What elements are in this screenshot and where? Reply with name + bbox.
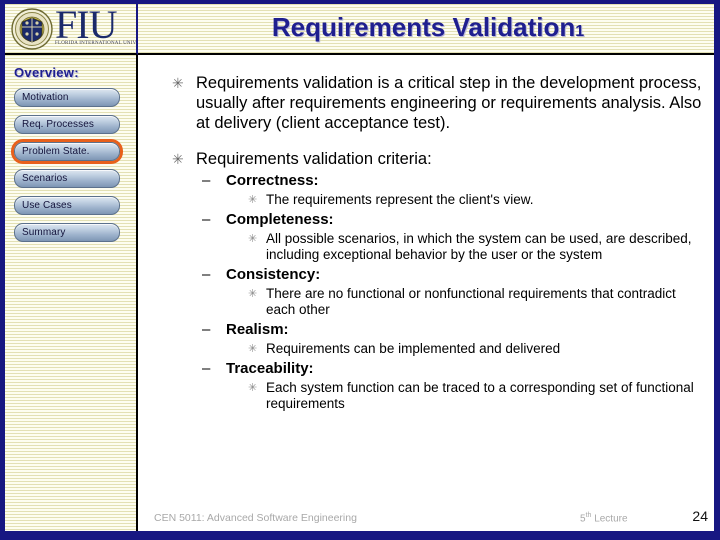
sidebar-item-label: Motivation [22,92,69,103]
footer-course-label: CEN 5011: Advanced Software Engineering [154,512,357,524]
sidebar-item-label: Summary [22,227,66,238]
bullet-level3-text: All possible scenarios, in which the sys… [266,231,692,262]
bullet-level2-text: Consistency: [226,266,321,283]
bullet-level2-marker-icon: – [202,360,211,377]
sidebar-item-summary[interactable]: Summary [14,223,120,242]
sidebar-item-label: Problem State. [22,146,90,157]
sidebar-item-problem-state[interactable]: Problem State. [14,142,120,161]
bullet-level3: ✳ There are no functional or nonfunctiona… [240,286,704,318]
bullet-level2: – Completeness: [194,210,706,230]
bullet-level3-marker-icon: ✳ [248,194,258,206]
bullet-level1-text: Requirements validation is a critical st… [196,74,702,132]
bullet-level2-marker-icon: – [202,321,211,338]
bullet-level3: ✳ Each system function can be traced to a… [240,380,704,412]
bullet-level1-marker-icon: ✳ [172,151,184,167]
page-title-text: Requirements Validation [271,12,576,42]
presentation-slide: FIU FLORIDA INTERNATIONAL UNIVERSITY Req… [0,0,720,540]
fiu-subtitle: FLORIDA INTERNATIONAL UNIVERSITY [55,40,138,46]
bullet-level3: ✳ The requirements represent the client's… [240,192,704,208]
footer-lecture-label: 5th Lecture [580,512,628,524]
bullet-level1-marker-icon: ✳ [172,75,184,91]
sidebar-item-scenarios[interactable]: Scenarios [14,169,120,188]
sidebar-item-label: Use Cases [22,200,72,211]
page-title-number: 1 [575,23,585,40]
footer-lecture-suffix: th [585,512,592,519]
university-logo: FIU FLORIDA INTERNATIONAL UNIVERSITY [5,4,138,55]
sidebar: Overview: Motivation Req. Processes Proble… [5,55,138,531]
bullet-level2: – Realism: [194,320,706,340]
fiu-wordmark: FIU FLORIDA INTERNATIONAL UNIVERSITY [55,4,138,52]
bullet-level1: ✳ Requirements validation criteria: [160,149,706,169]
sidebar-heading: Overview: [14,65,79,80]
bullet-level1-text: Requirements validation criteria: [196,150,432,168]
bullet-level3-marker-icon: ✳ [248,233,258,245]
page-title: Requirements Validation1 [150,9,706,51]
slide-border-bottom [0,531,720,540]
bullet-level2-marker-icon: – [202,266,211,283]
bullet-level2: – Correctness: [194,171,706,191]
bullet-level3-text: There are no functional or nonfunctional… [266,286,676,317]
bullet-level2-text: Realism: [226,321,289,338]
bullet-level3-marker-icon: ✳ [248,343,258,355]
slide-footer: CEN 5011: Advanced Software Engineering … [140,508,714,530]
sidebar-item-label: Req. Processes [22,119,94,130]
bullet-level2-text: Correctness: [226,172,319,189]
bullet-level1: ✳ Requirements validation is a critical s… [160,73,706,133]
sidebar-nav-list: Motivation Req. Processes Problem State. Sc… [5,88,136,242]
sidebar-item-req-processes[interactable]: Req. Processes [14,115,120,134]
bullet-level2: – Consistency: [194,265,706,285]
bullet-level3-text: Each system function can be traced to a … [266,380,694,411]
bullet-level3-marker-icon: ✳ [248,288,258,300]
bullet-level2-text: Traceability: [226,360,314,377]
sidebar-item-motivation[interactable]: Motivation [14,88,120,107]
bullet-level3-text: Requirements can be implemented and deli… [266,341,561,356]
footer-lecture-word: Lecture [594,513,628,525]
slide-number: 24 [692,508,708,524]
slide-border-left [0,0,5,540]
slide-content: ✳ Requirements validation is a critical s… [140,57,714,497]
bullet-level2: – Traceability: [194,359,706,379]
fiu-letters: FIU [55,4,117,47]
bullet-level3-text: The requirements represent the client's … [266,192,534,207]
bullet-level3-marker-icon: ✳ [248,382,258,394]
bullet-level2-text: Completeness: [226,211,334,228]
slide-border-right [714,0,720,540]
sidebar-item-label: Scenarios [22,173,68,184]
bullet-level2-marker-icon: – [202,172,211,189]
fiu-seal-icon [11,7,53,50]
bullet-level3: ✳ Requirements can be implemented and del… [240,341,704,357]
bullet-level2-marker-icon: – [202,211,211,228]
bullet-level3: ✳ All possible scenarios, in which the sy… [240,231,704,263]
slide-border-top [0,0,720,4]
sidebar-item-use-cases[interactable]: Use Cases [14,196,120,215]
